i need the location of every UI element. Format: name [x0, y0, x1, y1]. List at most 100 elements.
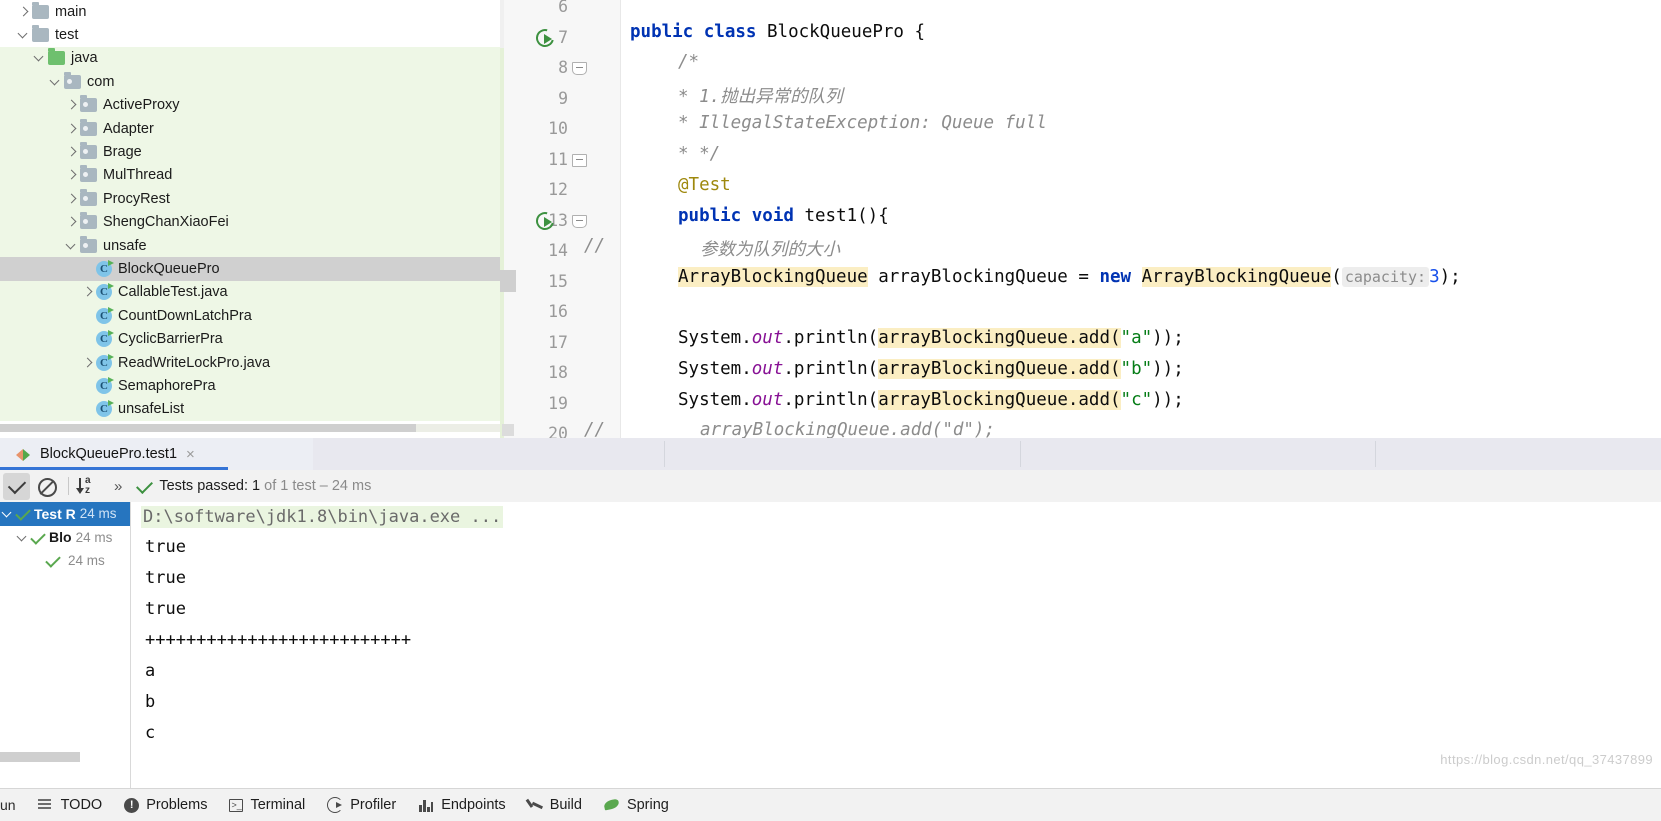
tree-item-cyclicbarrierpra[interactable]: C CyclicBarrierPra: [0, 327, 500, 351]
test-tree-row[interactable]: Test R 24 ms: [0, 502, 131, 526]
tree-item-unsafe[interactable]: unsafe: [0, 233, 500, 258]
code-fold-icon[interactable]: [572, 62, 587, 76]
run-tab-blockqueuepro-test1[interactable]: BlockQueuePro.test1 ×: [0, 438, 313, 470]
tree-item-shengchanxiaofei[interactable]: ShengChanXiaoFei: [0, 210, 500, 234]
chevron-down-icon[interactable]: [15, 530, 30, 545]
chevron-down-icon[interactable]: [0, 506, 15, 521]
string-c: "c": [1120, 390, 1153, 410]
project-tree-panel[interactable]: main test java com ActiveProxy Adapter Brage Mu…: [0, 0, 500, 438]
toolbar-divider: [68, 477, 69, 495]
chevron-right-icon[interactable]: [64, 214, 80, 230]
spring-icon: [604, 798, 620, 812]
status-item-terminal[interactable]: >_ Terminal: [229, 797, 305, 813]
test-results-tree[interactable]: Test R 24 ms Blo 24 ms 24 ms: [0, 502, 131, 788]
code-line-12-annotation: @Test: [678, 175, 731, 195]
run-test-gutter-icon[interactable]: [532, 208, 558, 233]
console-output-line: ++++++++++++++++++++++++++: [145, 630, 412, 650]
chevron-down-icon[interactable]: [16, 27, 32, 43]
status-item-build[interactable]: Build: [528, 797, 582, 813]
tree-item-label: test: [55, 27, 79, 44]
tree-item-unsafelist[interactable]: CunsafeList: [0, 397, 500, 422]
chevron-down-icon[interactable]: [32, 50, 48, 66]
console-output[interactable]: D:\software\jdk1.8\bin\java.exe ... true t…: [131, 502, 1661, 788]
test-tree-row[interactable]: Blo 24 ms: [0, 526, 131, 550]
chevron-right-icon[interactable]: [64, 121, 80, 137]
tree-item-label: BlockQueuePro: [118, 260, 220, 277]
chevron-right-icon[interactable]: [64, 167, 80, 183]
show-ignored-toggle[interactable]: [33, 473, 60, 500]
tree-item-countdownlatchpra[interactable]: C CountDownLatchPra: [0, 304, 500, 328]
chevron-right-icon[interactable]: [80, 355, 96, 371]
line-19-tail: ));: [1152, 390, 1184, 410]
test-tree-row[interactable]: 24 ms: [0, 549, 131, 573]
show-passed-toggle[interactable]: [3, 472, 30, 500]
status-prefix: Tests passed:: [159, 478, 253, 494]
code-editor[interactable]: 6 7 8 9 10 11 12 13 14 15 16 17 18 19 20 public class …: [500, 0, 1661, 438]
tree-item-com[interactable]: com: [0, 70, 500, 94]
play-triangle: [544, 216, 552, 227]
tree-item-main[interactable]: main: [0, 0, 500, 23]
tree-item-callabletest-java[interactable]: C CallableTest.java: [0, 280, 500, 305]
chevron-right-icon[interactable]: [64, 97, 80, 113]
tree-item-semaphorepra[interactable]: C SemaphorePra: [0, 374, 500, 398]
chevron-right-icon[interactable]: [64, 144, 80, 160]
tree-item-activeproxy[interactable]: ActiveProxy: [0, 93, 500, 117]
console-output-line: true: [145, 537, 186, 557]
line-number: 9: [558, 88, 568, 108]
tree-item-label: SemaphorePra: [118, 377, 216, 394]
field-out: out: [751, 390, 784, 410]
tree-item-test[interactable]: test: [0, 23, 500, 46]
tests-passed-check-icon: [136, 479, 152, 493]
line-number: 8: [558, 58, 568, 77]
terminal-icon: >_: [229, 798, 244, 812]
chevron-down-icon[interactable]: [64, 238, 80, 254]
tree-hscrollbar-thumb[interactable]: [0, 424, 416, 432]
status-item-spring[interactable]: Spring: [604, 797, 669, 813]
expand-toolbar-icon[interactable]: »: [114, 478, 122, 495]
status-item-endpoints[interactable]: Endpoints: [418, 797, 506, 813]
code-line-10: * IllegalStateException: Queue full: [678, 113, 1047, 133]
code-line-19: System.out.println(arrayBlockingQueue.ad…: [678, 390, 1184, 410]
code-fold-icon[interactable]: [572, 214, 587, 229]
test-tree-hscrollbar[interactable]: [0, 752, 80, 762]
chevron-right-icon[interactable]: [80, 284, 96, 300]
chevron-right-icon[interactable]: [16, 4, 32, 20]
run-test-gutter-icon[interactable]: [532, 25, 558, 50]
status-item-problems[interactable]: ! Problems: [124, 797, 207, 813]
close-icon[interactable]: ×: [186, 447, 195, 462]
sort-alphabetically-icon[interactable]: a z: [76, 475, 100, 497]
tree-item-procyrest[interactable]: ProcyRest: [0, 187, 500, 211]
tree-item-multhread[interactable]: MulThread: [0, 163, 500, 188]
package-folder-icon: [80, 235, 97, 253]
chevron-down-icon[interactable]: [48, 74, 64, 90]
tree-item-adapter[interactable]: Adapter: [0, 116, 500, 141]
test-duration: 24 ms: [79, 506, 117, 522]
status-count: 1: [252, 478, 261, 494]
status-item-todo[interactable]: TODO: [37, 797, 102, 813]
tree-item-java[interactable]: java: [0, 46, 500, 71]
tree-item-label: CallableTest.java: [118, 284, 228, 301]
code-fold-icon[interactable]: [572, 153, 587, 168]
open-paren: (: [1331, 267, 1342, 287]
tree-item-brage[interactable]: Brage: [0, 140, 500, 164]
tree-item-readwritelockpro-java[interactable]: C ReadWriteLockPro.java: [0, 350, 500, 375]
keyword-class: class: [703, 22, 757, 42]
run-window-label[interactable]: un: [0, 797, 16, 813]
chevron-right-icon[interactable]: [64, 191, 80, 207]
string-b: "b": [1120, 359, 1153, 379]
tree-item-blockqueuepro[interactable]: C BlockQueuePro: [0, 257, 500, 281]
status-item-profiler[interactable]: Profiler: [327, 797, 396, 813]
